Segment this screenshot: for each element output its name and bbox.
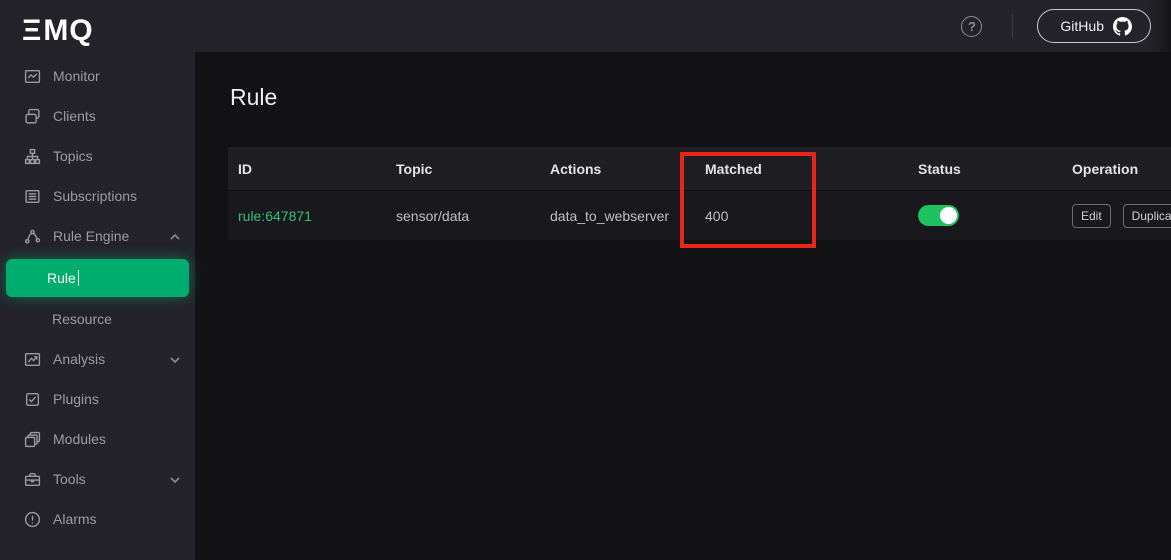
sidebar-item-label: Topics xyxy=(53,148,181,164)
column-header-topic: Topic xyxy=(386,161,540,177)
modules-icon xyxy=(24,431,41,448)
sidebar-item-subscriptions[interactable]: Subscriptions xyxy=(0,176,195,216)
sidebar-item-alarms[interactable]: Alarms xyxy=(0,499,195,539)
text-cursor xyxy=(78,270,79,286)
sidebar-item-topics[interactable]: Topics xyxy=(0,136,195,176)
analysis-icon xyxy=(24,351,41,368)
sidebar-item-label: Rule Engine xyxy=(53,228,169,244)
column-header-status: Status xyxy=(908,161,1062,177)
sidebar-item-modules[interactable]: Modules xyxy=(0,419,195,459)
sidebar-menu: Monitor Clients Topics Subscriptions Rul xyxy=(0,54,195,539)
subscriptions-icon xyxy=(24,188,41,205)
sidebar-item-label: Alarms xyxy=(53,511,181,527)
sidebar-item-label: Analysis xyxy=(53,351,169,367)
column-header-operation: Operation xyxy=(1062,161,1171,177)
column-header-id: ID xyxy=(228,161,386,177)
help-icon[interactable]: ? xyxy=(961,16,982,37)
column-header-matched: Matched xyxy=(695,161,908,177)
sidebar-item-plugins[interactable]: Plugins xyxy=(0,379,195,419)
chevron-down-icon xyxy=(169,473,181,485)
sidebar-item-monitor[interactable]: Monitor xyxy=(0,56,195,96)
sidebar-item-clients[interactable]: Clients xyxy=(0,96,195,136)
topbar-divider xyxy=(1012,14,1013,38)
sidebar: ΞMQ Monitor Clients Topics Subscription xyxy=(0,0,195,560)
alarms-icon xyxy=(24,511,41,528)
sidebar-item-tools[interactable]: Tools xyxy=(0,459,195,499)
sidebar-item-label: Subscriptions xyxy=(53,188,181,204)
github-icon xyxy=(1113,17,1132,36)
table-row: rule:647871 sensor/data data_to_webserve… xyxy=(228,190,1171,240)
rule-engine-icon xyxy=(24,228,41,245)
sidebar-item-label: Modules xyxy=(53,431,181,447)
sidebar-item-label: Clients xyxy=(53,108,181,124)
rule-table: ID Topic Actions Matched Status Operatio… xyxy=(228,147,1171,240)
topics-icon xyxy=(24,148,41,165)
rule-id-link[interactable]: rule:647871 xyxy=(238,208,312,224)
chevron-up-icon xyxy=(169,230,181,242)
sidebar-item-label: Plugins xyxy=(53,391,181,407)
sidebar-item-label: Rule xyxy=(47,270,76,286)
github-button-label: GitHub xyxy=(1060,18,1104,34)
column-header-actions: Actions xyxy=(540,161,695,177)
rule-matched-cell: 400 xyxy=(695,208,908,224)
sidebar-item-label: Monitor xyxy=(53,68,181,84)
status-toggle[interactable] xyxy=(918,205,959,226)
page-title: Rule xyxy=(230,84,277,111)
github-button[interactable]: GitHub xyxy=(1037,9,1151,43)
sidebar-item-label: Tools xyxy=(53,471,169,487)
monitor-icon xyxy=(24,68,41,85)
clients-icon xyxy=(24,108,41,125)
topbar: ? GitHub xyxy=(195,0,1171,52)
sidebar-item-rule[interactable]: Rule xyxy=(6,259,189,297)
sidebar-item-rule-engine[interactable]: Rule Engine xyxy=(0,216,195,256)
table-header-row: ID Topic Actions Matched Status Operatio… xyxy=(228,147,1171,190)
emq-logo-text: MQ xyxy=(43,14,93,48)
chevron-down-icon xyxy=(169,353,181,365)
emq-logo: ΞMQ xyxy=(0,0,195,54)
duplicate-button[interactable]: Duplicate xyxy=(1123,204,1171,228)
sidebar-item-analysis[interactable]: Analysis xyxy=(0,339,195,379)
tools-icon xyxy=(24,471,41,488)
rule-actions-cell: data_to_webserver xyxy=(540,208,695,224)
plugins-icon xyxy=(24,391,41,408)
emq-logo-mark: Ξ xyxy=(22,14,42,48)
rule-topic-cell: sensor/data xyxy=(386,208,540,224)
toggle-knob xyxy=(940,207,957,224)
sidebar-item-label: Resource xyxy=(52,311,112,327)
sidebar-item-resource[interactable]: Resource xyxy=(0,299,195,339)
edit-button[interactable]: Edit xyxy=(1072,204,1111,228)
